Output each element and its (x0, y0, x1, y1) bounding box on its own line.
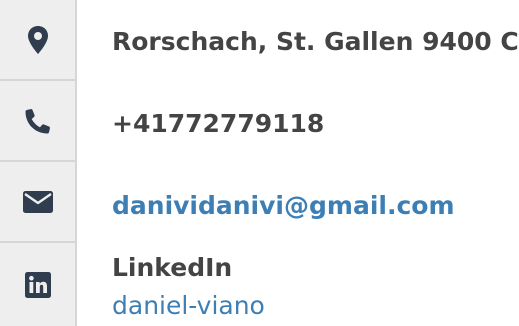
email-link[interactable]: danividanivi@gmail.com (112, 193, 455, 218)
linkedin-label: LinkedIn (112, 253, 233, 282)
icon-column (0, 0, 77, 326)
envelope-icon (22, 190, 53, 213)
address-text: Rorschach, St. Gallen 9400 CH (112, 27, 519, 56)
linkedin-icon-cell (0, 243, 75, 326)
map-marker-icon (27, 25, 48, 54)
phone-icon-cell (0, 81, 75, 162)
linkedin-icon (24, 271, 51, 298)
phone-text[interactable]: +41772779118 (112, 111, 324, 136)
address-icon-cell (0, 0, 75, 81)
contact-card: Rorschach, St. Gallen 9400 CH +417727791… (0, 0, 519, 326)
email-icon-cell (0, 162, 75, 243)
phone-icon (25, 108, 50, 133)
linkedin-link[interactable]: daniel-viano (112, 293, 265, 318)
